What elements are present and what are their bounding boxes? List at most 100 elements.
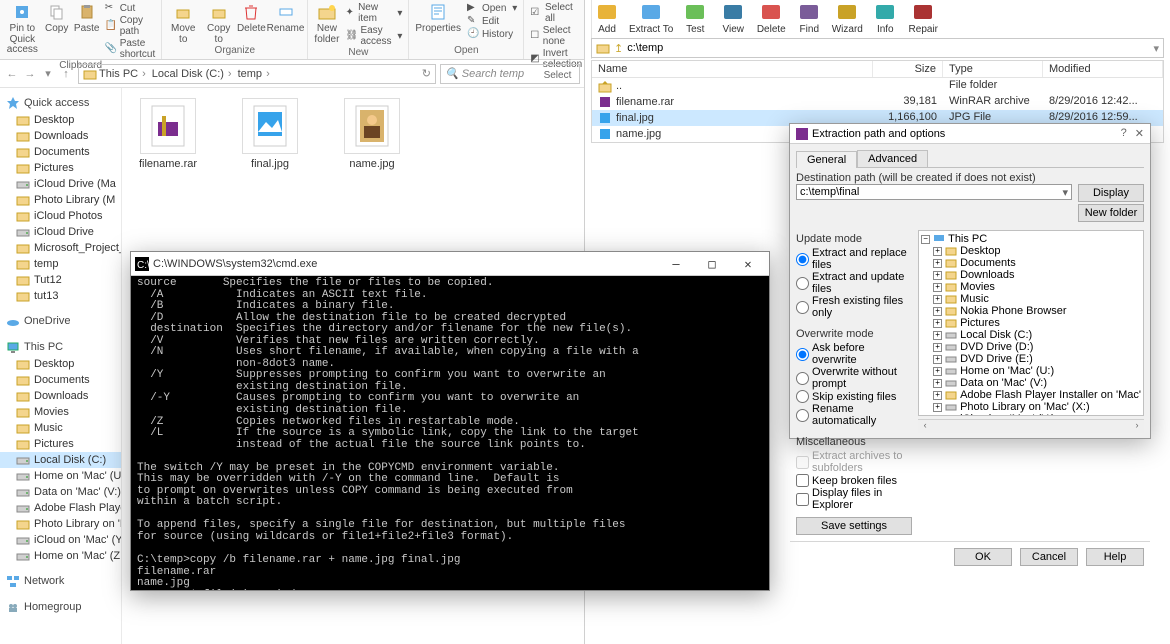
radio-extract-replace[interactable]: Extract and replace files — [796, 247, 912, 271]
dialog-titlebar[interactable]: Extraction path and options ?✕ — [790, 124, 1150, 144]
toolbar-wizard-button[interactable]: Wizard — [831, 1, 863, 35]
crumb-this-pc[interactable]: This PC — [99, 68, 150, 80]
tab-advanced[interactable]: Advanced — [857, 150, 928, 167]
rename-button[interactable]: Rename — [270, 2, 302, 35]
help-button[interactable]: Help — [1086, 548, 1144, 566]
toolbar-extract-to-button[interactable]: Extract To — [629, 1, 673, 35]
tree-item[interactable]: Documents — [0, 372, 121, 388]
dropdown-icon[interactable]: ▾ — [1062, 186, 1068, 199]
tree-head[interactable]: OneDrive — [0, 312, 121, 330]
tree-node[interactable]: +Music — [921, 293, 1141, 305]
tree-node[interactable]: +Nokia Phone Browser — [921, 305, 1141, 317]
tree-node[interactable]: +DVD Drive (D:) — [921, 341, 1141, 353]
expand-icon[interactable]: + — [933, 379, 942, 388]
toolbar-delete-button[interactable]: Delete — [755, 1, 787, 35]
tree-item[interactable]: Desktop — [0, 356, 121, 372]
tree-item[interactable]: Photo Library (M — [0, 192, 121, 208]
tree-item[interactable]: Microsoft_Project_20 — [0, 240, 121, 256]
pin-to-quick-access-button[interactable]: Pin to Quick access — [6, 2, 39, 56]
nav-recent-button[interactable]: ▾ — [40, 66, 56, 82]
tree-node[interactable]: +Adobe Flash Player Installer on 'Mac' — [921, 389, 1141, 401]
file-tile[interactable]: filename.rar — [132, 98, 204, 170]
file-tile[interactable]: name.jpg — [336, 98, 408, 170]
tree-item[interactable]: Documents — [0, 144, 121, 160]
tree-item[interactable]: Home on 'Mac' (Z:) — [0, 548, 121, 564]
toolbar-info-button[interactable]: Info — [869, 1, 901, 35]
radio-overwrite-no-prompt[interactable]: Overwrite without prompt — [796, 366, 912, 390]
tree-item[interactable]: Local Disk (C:) — [0, 452, 121, 468]
select-all-button[interactable]: ☑Select all — [530, 2, 584, 24]
dialog-close-button[interactable]: ✕ — [1135, 127, 1144, 140]
check-subfolders[interactable]: Extract archives to subfolders — [796, 450, 912, 474]
easy-access-button[interactable]: ⛓Easy access ▾ — [345, 25, 402, 47]
cancel-button[interactable]: Cancel — [1020, 548, 1078, 566]
properties-button[interactable]: Properties — [415, 2, 461, 35]
expand-icon[interactable]: + — [933, 367, 942, 376]
tree-node[interactable]: +Movies — [921, 281, 1141, 293]
dialog-help-button[interactable]: ? — [1121, 127, 1127, 140]
expand-icon[interactable]: + — [933, 295, 942, 304]
tree-node[interactable]: +Desktop — [921, 245, 1141, 257]
expand-icon[interactable]: + — [933, 283, 942, 292]
tree-item[interactable]: iCloud on 'Mac' (Y:) — [0, 532, 121, 548]
expand-icon[interactable]: + — [933, 331, 942, 340]
col-modified-header[interactable]: Modified — [1043, 61, 1163, 77]
expand-icon[interactable]: + — [933, 307, 942, 316]
check-display-explorer[interactable]: Display files in Explorer — [796, 487, 912, 511]
expand-icon[interactable]: + — [933, 319, 942, 328]
tree-node[interactable]: +Downloads — [921, 269, 1141, 281]
tree-node[interactable]: +DVD Drive (E:) — [921, 353, 1141, 365]
open-button[interactable]: ▶Open ▾ — [467, 2, 517, 14]
tree-item[interactable]: Data on 'Mac' (V:) — [0, 484, 121, 500]
tree-node[interactable]: +Documents — [921, 257, 1141, 269]
tree-item[interactable]: tut13 — [0, 288, 121, 304]
tree-item[interactable]: iCloud Photos — [0, 208, 121, 224]
edit-button[interactable]: ✎Edit — [467, 15, 517, 27]
tree-node[interactable]: +Home on 'Mac' (U:) — [921, 365, 1141, 377]
tree-head[interactable]: Homegroup — [0, 598, 121, 616]
col-name-header[interactable]: Name — [592, 61, 873, 77]
winrar-address-bar[interactable]: ↥ c:\temp ▾ — [591, 38, 1164, 58]
radio-fresh-existing[interactable]: Fresh existing files only — [796, 295, 912, 319]
tree-head[interactable]: Network — [0, 572, 121, 590]
tree-node[interactable]: +Photo Library on 'Mac' (X:) — [921, 401, 1141, 413]
expand-icon[interactable]: + — [933, 247, 942, 256]
destination-input[interactable]: c:\temp\final▾ — [796, 184, 1072, 200]
tree-head[interactable]: Quick access — [0, 94, 121, 112]
display-button[interactable]: Display — [1078, 184, 1144, 202]
tree-node[interactable]: +iCloud on 'Mac' (Y:) — [921, 413, 1141, 416]
collapse-icon[interactable]: − — [921, 235, 930, 244]
search-input[interactable]: 🔍 Search temp — [440, 64, 580, 84]
check-keep-broken[interactable]: Keep broken files — [796, 474, 912, 487]
tree-item[interactable]: Home on 'Mac' (U:) — [0, 468, 121, 484]
nav-forward-button[interactable]: → — [22, 66, 38, 82]
crumb-local-disk[interactable]: Local Disk (C:) — [152, 68, 236, 80]
toolbar-test-button[interactable]: Test — [679, 1, 711, 35]
tree-item[interactable]: Music — [0, 420, 121, 436]
cut-button[interactable]: ✂Cut — [105, 2, 156, 14]
select-none-button[interactable]: ☐Select none — [530, 25, 584, 47]
dropdown-icon[interactable]: ▾ — [1153, 42, 1159, 55]
refresh-button[interactable]: ↻ — [422, 67, 431, 80]
tree-item[interactable]: Downloads — [0, 388, 121, 404]
tree-item[interactable]: Movies — [0, 404, 121, 420]
dialog-folder-tree[interactable]: −This PC+Desktop+Documents+Downloads+Mov… — [918, 230, 1144, 416]
tree-node[interactable]: +Pictures — [921, 317, 1141, 329]
toolbar-add-button[interactable]: Add — [591, 1, 623, 35]
new-item-button[interactable]: ✦New item ▾ — [345, 2, 402, 24]
expand-icon[interactable]: + — [933, 343, 942, 352]
expand-icon[interactable]: + — [933, 415, 942, 417]
file-row[interactable]: .. File folder — [592, 78, 1163, 94]
nav-back-button[interactable]: ← — [4, 66, 20, 82]
toolbar-find-button[interactable]: Find — [793, 1, 825, 35]
tree-h-scrollbar[interactable]: ‹› — [918, 419, 1144, 433]
tree-item[interactable]: Tut12 — [0, 272, 121, 288]
tree-item[interactable]: Photo Library on 'M — [0, 516, 121, 532]
tree-root[interactable]: −This PC — [921, 233, 1141, 245]
paste-button[interactable]: Paste — [75, 2, 99, 35]
radio-extract-update[interactable]: Extract and update files — [796, 271, 912, 295]
expand-icon[interactable]: + — [933, 403, 942, 412]
copy-button[interactable]: Copy — [45, 2, 69, 35]
col-size-header[interactable]: Size — [873, 61, 943, 77]
tree-item[interactable]: temp — [0, 256, 121, 272]
